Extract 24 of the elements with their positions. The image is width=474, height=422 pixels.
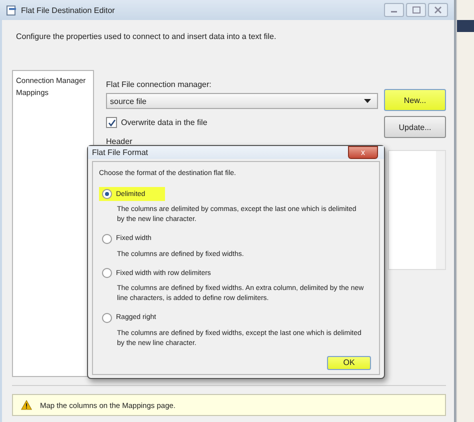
dropdown-arrow-icon xyxy=(364,99,371,103)
radio-button[interactable] xyxy=(102,312,112,323)
background-window-bar xyxy=(457,20,474,32)
dialog-title: Flat File Format xyxy=(92,148,148,157)
description: Configure the properties used to connect to and insert data into a text file. xyxy=(15,31,278,43)
minimize-button[interactable] xyxy=(384,3,404,17)
app-icon xyxy=(6,4,17,16)
update-button[interactable]: Update... xyxy=(384,116,446,138)
close-icon xyxy=(434,6,442,14)
checkbox[interactable] xyxy=(106,117,117,128)
field-label: Flat File connection manager: xyxy=(106,80,212,89)
header-label: Header xyxy=(106,137,134,146)
close-button[interactable] xyxy=(428,3,448,17)
radio-button[interactable] xyxy=(102,268,112,278)
new-button[interactable]: New... xyxy=(384,89,446,111)
warning-icon xyxy=(21,400,32,410)
radio-button[interactable] xyxy=(102,189,112,199)
maximize-icon xyxy=(412,6,420,14)
ok-button[interactable]: OK xyxy=(327,356,371,370)
window-title: Flat File Destination Editor xyxy=(21,6,116,14)
maximize-button[interactable] xyxy=(406,3,426,17)
radio-button[interactable] xyxy=(102,234,112,244)
checkbox-label: Overwrite data in the file xyxy=(121,118,208,127)
connection-dropdown[interactable]: source file xyxy=(106,93,378,109)
